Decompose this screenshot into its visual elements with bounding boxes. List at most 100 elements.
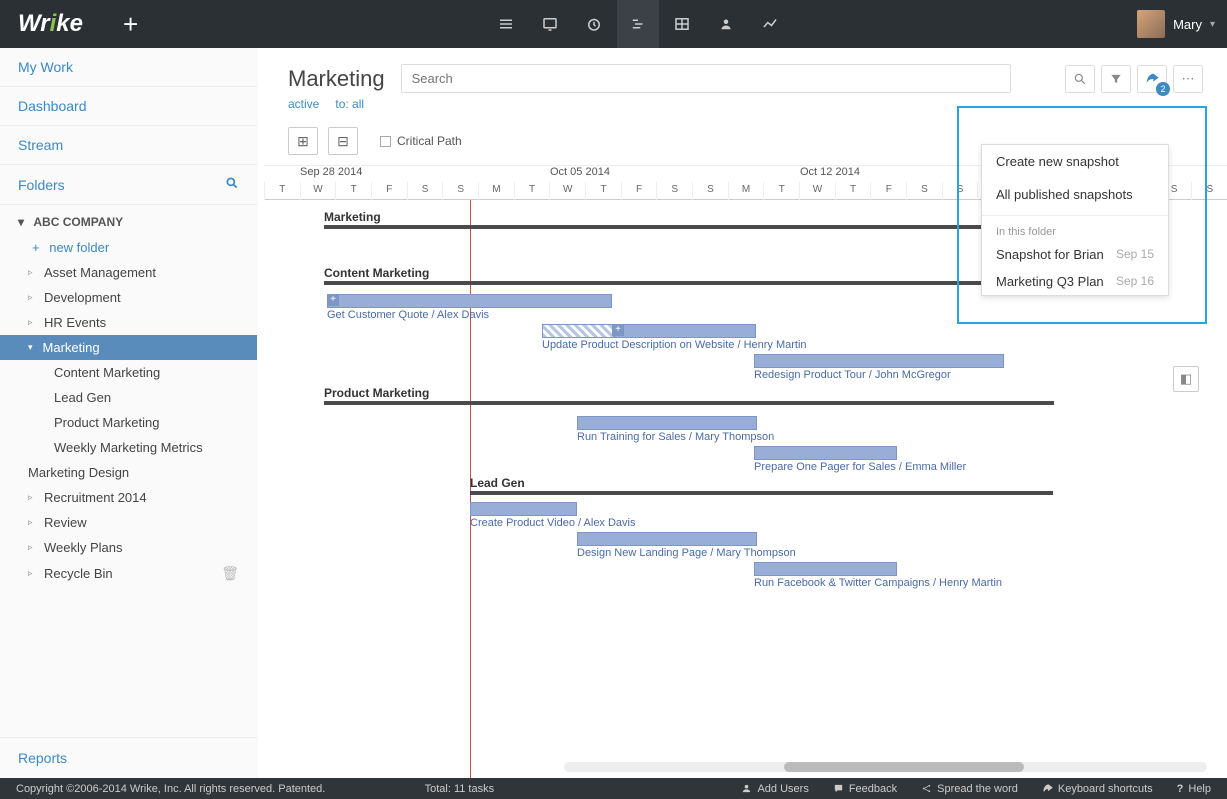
- task-bar[interactable]: [577, 416, 757, 430]
- day-cell: S: [407, 182, 443, 200]
- section-bar[interactable]: [324, 281, 1054, 285]
- trash-icon[interactable]: 🗑: [221, 565, 239, 582]
- day-cell: T: [763, 182, 799, 200]
- create-button[interactable]: +: [123, 9, 138, 40]
- week-label: Sep 28 2014: [300, 166, 362, 182]
- day-cell: M: [728, 182, 764, 200]
- footer-total: Total: 11 tasks: [349, 783, 569, 795]
- side-panel-toggle[interactable]: ◧: [1173, 366, 1199, 392]
- user-menu[interactable]: Mary ▾: [1137, 10, 1215, 38]
- spread-word-link[interactable]: Spread the word: [921, 783, 1018, 795]
- section-label: Product Marketing: [324, 386, 429, 400]
- task-label[interactable]: Update Product Description on Website / …: [542, 339, 807, 351]
- share-badge: 2: [1156, 82, 1170, 96]
- day-cell: S: [692, 182, 728, 200]
- day-cell: T: [335, 182, 371, 200]
- snapshot-item[interactable]: Marketing Q3 PlanSep 16: [982, 268, 1168, 295]
- day-cell: F: [870, 182, 906, 200]
- company-root[interactable]: ▾ ABC COMPANY: [0, 205, 257, 235]
- folder-item[interactable]: ▹Development: [0, 285, 257, 310]
- sidebar-my-work[interactable]: My Work: [0, 48, 257, 87]
- critical-path-toggle[interactable]: Critical Path: [380, 134, 462, 148]
- feedback-link[interactable]: Feedback: [833, 783, 897, 795]
- folder-item[interactable]: ▹Recruitment 2014: [0, 485, 257, 510]
- horizontal-scrollbar[interactable]: [564, 762, 1207, 772]
- task-label[interactable]: Run Training for Sales / Mary Thompson: [577, 431, 774, 443]
- task-label[interactable]: Prepare One Pager for Sales / Emma Mille…: [754, 461, 966, 473]
- day-cell: M: [478, 182, 514, 200]
- scrollbar-thumb[interactable]: [784, 762, 1024, 772]
- filter-row: active to: all: [264, 93, 1227, 121]
- task-label[interactable]: Run Facebook & Twitter Campaigns / Henry…: [754, 577, 1002, 589]
- day-cell: F: [371, 182, 407, 200]
- snapshot-item[interactable]: Snapshot for BrianSep 15: [982, 241, 1168, 268]
- menu-section-label: In this folder: [982, 220, 1168, 241]
- more-icon[interactable]: ⋯: [1173, 65, 1203, 93]
- folder-item[interactable]: Lead Gen: [0, 385, 257, 410]
- screen-icon[interactable]: [529, 0, 571, 48]
- folder-item[interactable]: Marketing Design: [0, 460, 257, 485]
- task-bar[interactable]: [577, 532, 757, 546]
- page-title: Marketing: [288, 66, 385, 92]
- folder-item[interactable]: ▹Review: [0, 510, 257, 535]
- day-cell: S: [942, 182, 978, 200]
- folder-item[interactable]: Content Marketing: [0, 360, 257, 385]
- week-label: Oct 12 2014: [800, 166, 860, 182]
- share-button[interactable]: 2: [1137, 65, 1167, 93]
- task-bar[interactable]: [470, 502, 577, 516]
- new-folder-button[interactable]: + new folder: [0, 235, 257, 260]
- sidebar-stream[interactable]: Stream: [0, 126, 257, 165]
- task-expand-icon[interactable]: +: [327, 294, 339, 306]
- shortcuts-link[interactable]: Keyboard shortcuts: [1042, 783, 1153, 795]
- sidebar-reports[interactable]: Reports: [0, 737, 257, 778]
- top-bar: Wrike + Mary ▾: [0, 0, 1227, 48]
- day-cell: F: [621, 182, 657, 200]
- section-bar[interactable]: [324, 225, 1054, 229]
- search-icon[interactable]: [1065, 65, 1095, 93]
- help-link[interactable]: ?Help: [1177, 783, 1211, 795]
- table-view-icon[interactable]: [661, 0, 703, 48]
- folder-item[interactable]: Product Marketing: [0, 410, 257, 435]
- create-snapshot-item[interactable]: Create new snapshot: [982, 145, 1168, 178]
- folder-item[interactable]: ▹Asset Management: [0, 260, 257, 285]
- checkbox-icon: [380, 136, 391, 147]
- all-snapshots-item[interactable]: All published snapshots: [982, 178, 1168, 211]
- content-area: Marketing 2 ⋯ active to: all ⊞ ⊟ Critica…: [264, 48, 1227, 778]
- task-label[interactable]: Design New Landing Page / Mary Thompson: [577, 547, 796, 559]
- folder-item[interactable]: ▹Weekly Plans: [0, 535, 257, 560]
- filter-status[interactable]: active: [288, 97, 319, 111]
- app-logo: Wrike: [12, 10, 83, 38]
- folder-search-icon[interactable]: [225, 176, 239, 193]
- gantt-view-icon[interactable]: [617, 0, 659, 48]
- folder-item[interactable]: ▹HR Events: [0, 310, 257, 335]
- section-label: Content Marketing: [324, 266, 429, 280]
- expand-all-button[interactable]: ⊞: [288, 127, 318, 155]
- task-bar[interactable]: [754, 562, 897, 576]
- timer-icon[interactable]: [573, 0, 615, 48]
- task-bar[interactable]: [542, 324, 614, 338]
- task-expand-icon[interactable]: +: [612, 324, 624, 336]
- filter-assigned[interactable]: to: all: [335, 97, 364, 111]
- search-input[interactable]: [401, 64, 1011, 93]
- add-users-link[interactable]: Add Users: [741, 783, 808, 795]
- collapse-all-button[interactable]: ⊟: [328, 127, 358, 155]
- section-bar[interactable]: [470, 491, 1053, 495]
- sidebar-dashboard[interactable]: Dashboard: [0, 87, 257, 126]
- task-bar[interactable]: [614, 324, 756, 338]
- analytics-icon[interactable]: [749, 0, 791, 48]
- task-bar[interactable]: [754, 354, 1004, 368]
- folder-item[interactable]: Weekly Marketing Metrics: [0, 435, 257, 460]
- task-label[interactable]: Create Product Video / Alex Davis: [470, 517, 636, 529]
- filter-icon[interactable]: [1101, 65, 1131, 93]
- section-bar[interactable]: [324, 401, 1054, 405]
- task-bar[interactable]: [327, 294, 612, 308]
- folders-label: Folders: [18, 177, 65, 193]
- folder-item[interactable]: Marketing: [0, 335, 257, 360]
- task-label[interactable]: Redesign Product Tour / John McGregor: [754, 369, 951, 381]
- task-bar[interactable]: [754, 446, 897, 460]
- folders-header: Folders: [0, 165, 257, 205]
- workload-icon[interactable]: [705, 0, 747, 48]
- list-view-icon[interactable]: [485, 0, 527, 48]
- task-label[interactable]: Get Customer Quote / Alex Davis: [327, 309, 489, 321]
- folder-item[interactable]: ▹Recycle Bin🗑: [0, 560, 257, 587]
